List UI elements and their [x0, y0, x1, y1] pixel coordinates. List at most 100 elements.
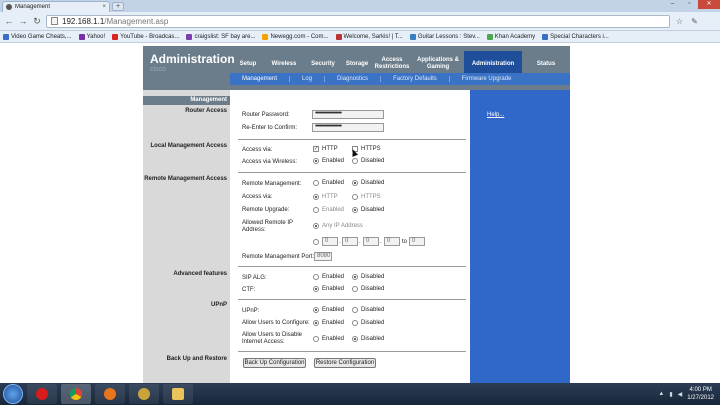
ip-dot: .: [380, 239, 382, 245]
opera-icon: [36, 388, 48, 400]
tab-close-icon[interactable]: ×: [102, 4, 106, 10]
url-host: 192.168.1.1: [62, 16, 105, 26]
bookmark-item[interactable]: Guitar Lessons : Stev...: [409, 33, 480, 40]
allow-disable-label: Allow Users to Disable Internet Access:: [242, 332, 303, 345]
address-bar[interactable]: 192.168.1.1/Management.asp: [46, 14, 670, 28]
bookmark-item[interactable]: Welcome, Sarkis! | T...: [335, 33, 403, 40]
taskbar-explorer[interactable]: [163, 384, 193, 404]
access-via-label: Access via:: [242, 147, 273, 153]
ip-octet-1[interactable]: 0: [322, 237, 338, 246]
section-local-management: Local Management Access: [150, 143, 227, 149]
ctf-enabled-radio[interactable]: Enabled: [313, 286, 344, 292]
radio-icon: [352, 307, 358, 313]
bookmark-item[interactable]: Khan Academy: [486, 33, 535, 40]
wireless-disabled-radio[interactable]: Disabled: [352, 158, 384, 164]
bookmark-icon: [78, 33, 85, 40]
bookmark-icon: [186, 33, 193, 40]
bookmarks-bar: Video Game Cheats,... Yahoo! YouTube - B…: [0, 31, 720, 43]
url-path: /Management.asp: [104, 16, 169, 26]
divider: [238, 172, 466, 173]
divider: [238, 266, 466, 267]
window-close-icon[interactable]: ✕: [698, 0, 720, 9]
back-icon[interactable]: ←: [4, 15, 14, 27]
reload-icon[interactable]: ↻: [32, 15, 42, 27]
sip-enabled-radio[interactable]: Enabled: [313, 274, 344, 280]
radio-on-icon: [352, 274, 358, 280]
ip-octet-2[interactable]: 0: [342, 237, 358, 246]
radio-on-icon: [313, 158, 319, 164]
disable-disabled-radio[interactable]: Disabled: [352, 336, 384, 342]
http-checkbox[interactable]: ✓ HTTP: [313, 146, 338, 152]
network-icon[interactable]: ▮: [669, 391, 672, 398]
any-ip-radio[interactable]: Any IP Address: [313, 223, 363, 229]
ip-octet-3[interactable]: 0: [363, 237, 379, 246]
bookmark-item[interactable]: Yahoo!: [78, 33, 105, 40]
ctf-disabled-radio[interactable]: Disabled: [352, 286, 384, 292]
remote-https-radio[interactable]: HTTPS: [352, 194, 381, 200]
radio-icon: [313, 336, 319, 342]
subtab-log[interactable]: Log: [290, 76, 326, 82]
access-via-wireless-label: Access via Wireless:: [242, 159, 298, 165]
wrench-icon[interactable]: ✎: [689, 16, 700, 27]
configure-disabled-radio[interactable]: Disabled: [352, 320, 384, 326]
chrome-icon: [70, 388, 82, 400]
section-advanced-features: Advanced features: [173, 271, 227, 277]
radio-icon: [352, 158, 358, 164]
section-router-access: Router Access: [185, 108, 227, 114]
taskbar-firefox[interactable]: [95, 384, 125, 404]
bookmark-item[interactable]: Newegg.com - Com...: [262, 33, 329, 40]
ip-octet-4[interactable]: 0: [384, 237, 400, 246]
section-backup-restore: Back Up and Restore: [166, 356, 227, 362]
upgrade-enabled-radio[interactable]: Enabled: [313, 207, 344, 213]
volume-icon[interactable]: ◀: [678, 391, 683, 398]
wireless-enabled-radio[interactable]: Enabled: [313, 158, 344, 164]
bookmark-icon: [335, 33, 342, 40]
radio-icon: [313, 239, 319, 245]
subtab-factory-defaults[interactable]: Factory Defaults: [381, 76, 450, 82]
router-password-input[interactable]: ••••••••••••••••••: [312, 110, 384, 119]
radio-on-icon: [352, 207, 358, 213]
subtab-firmware-upgrade[interactable]: Firmware Upgrade: [450, 76, 524, 82]
remote-disabled-radio[interactable]: Disabled: [352, 180, 384, 186]
subtab-diagnostics[interactable]: Diagnostics: [325, 76, 382, 82]
remote-access-via-label: Access via:: [242, 194, 273, 200]
ctf-label: CTF:: [242, 287, 256, 293]
remote-http-radio[interactable]: HTTP: [313, 194, 338, 200]
remote-port-input[interactable]: 8080: [314, 252, 332, 261]
clock[interactable]: 4:00 PM 1/27/2012: [687, 386, 714, 402]
backup-configuration-button[interactable]: Back Up Configuration: [243, 358, 306, 368]
clock-date: 1/27/2012: [687, 395, 714, 401]
bookmark-item[interactable]: Special Characters i...: [542, 33, 609, 40]
forward-icon[interactable]: →: [18, 15, 28, 27]
remote-upgrade-label: Remote Upgrade:: [242, 207, 290, 213]
start-button[interactable]: [3, 384, 23, 404]
subtab-management[interactable]: Management: [230, 76, 291, 82]
configure-enabled-radio[interactable]: Enabled: [313, 320, 344, 326]
ip-range-radio[interactable]: [313, 239, 319, 245]
disable-enabled-radio[interactable]: Enabled: [313, 336, 344, 342]
upgrade-disabled-radio[interactable]: Disabled: [352, 207, 384, 213]
ip-range-end[interactable]: 0: [409, 237, 425, 246]
reenter-password-input[interactable]: ••••••••••••••••••: [312, 123, 384, 132]
upnp-disabled-radio[interactable]: Disabled: [352, 307, 384, 313]
new-tab-button[interactable]: +: [112, 2, 124, 11]
upnp-enabled-radio[interactable]: Enabled: [313, 307, 344, 313]
sip-disabled-radio[interactable]: Disabled: [352, 274, 384, 280]
remote-enabled-radio[interactable]: Enabled: [313, 180, 344, 186]
router-password-label: Router Password:: [242, 112, 290, 118]
taskbar-chrome[interactable]: [61, 384, 91, 404]
bookmark-item[interactable]: craigslist: SF bay are...: [186, 33, 255, 40]
maximize-icon[interactable]: ▫: [681, 0, 698, 9]
minimize-icon[interactable]: –: [664, 0, 681, 9]
taskbar-app[interactable]: [129, 384, 159, 404]
window-controls: – ▫ ✕: [664, 0, 720, 9]
help-link[interactable]: Help...: [487, 112, 504, 118]
bookmark-item[interactable]: YouTube - Broadcas...: [112, 33, 179, 40]
taskbar-opera[interactable]: [27, 384, 57, 404]
tray-arrow-icon[interactable]: ▲: [658, 391, 664, 397]
bookmark-item[interactable]: Video Game Cheats,...: [3, 33, 72, 40]
star-icon[interactable]: ☆: [674, 16, 685, 27]
allow-configure-label: Allow Users to Configure:: [242, 320, 310, 326]
browser-tab[interactable]: Management ×: [2, 1, 110, 12]
restore-configuration-button[interactable]: Restore Configuration: [314, 358, 376, 368]
